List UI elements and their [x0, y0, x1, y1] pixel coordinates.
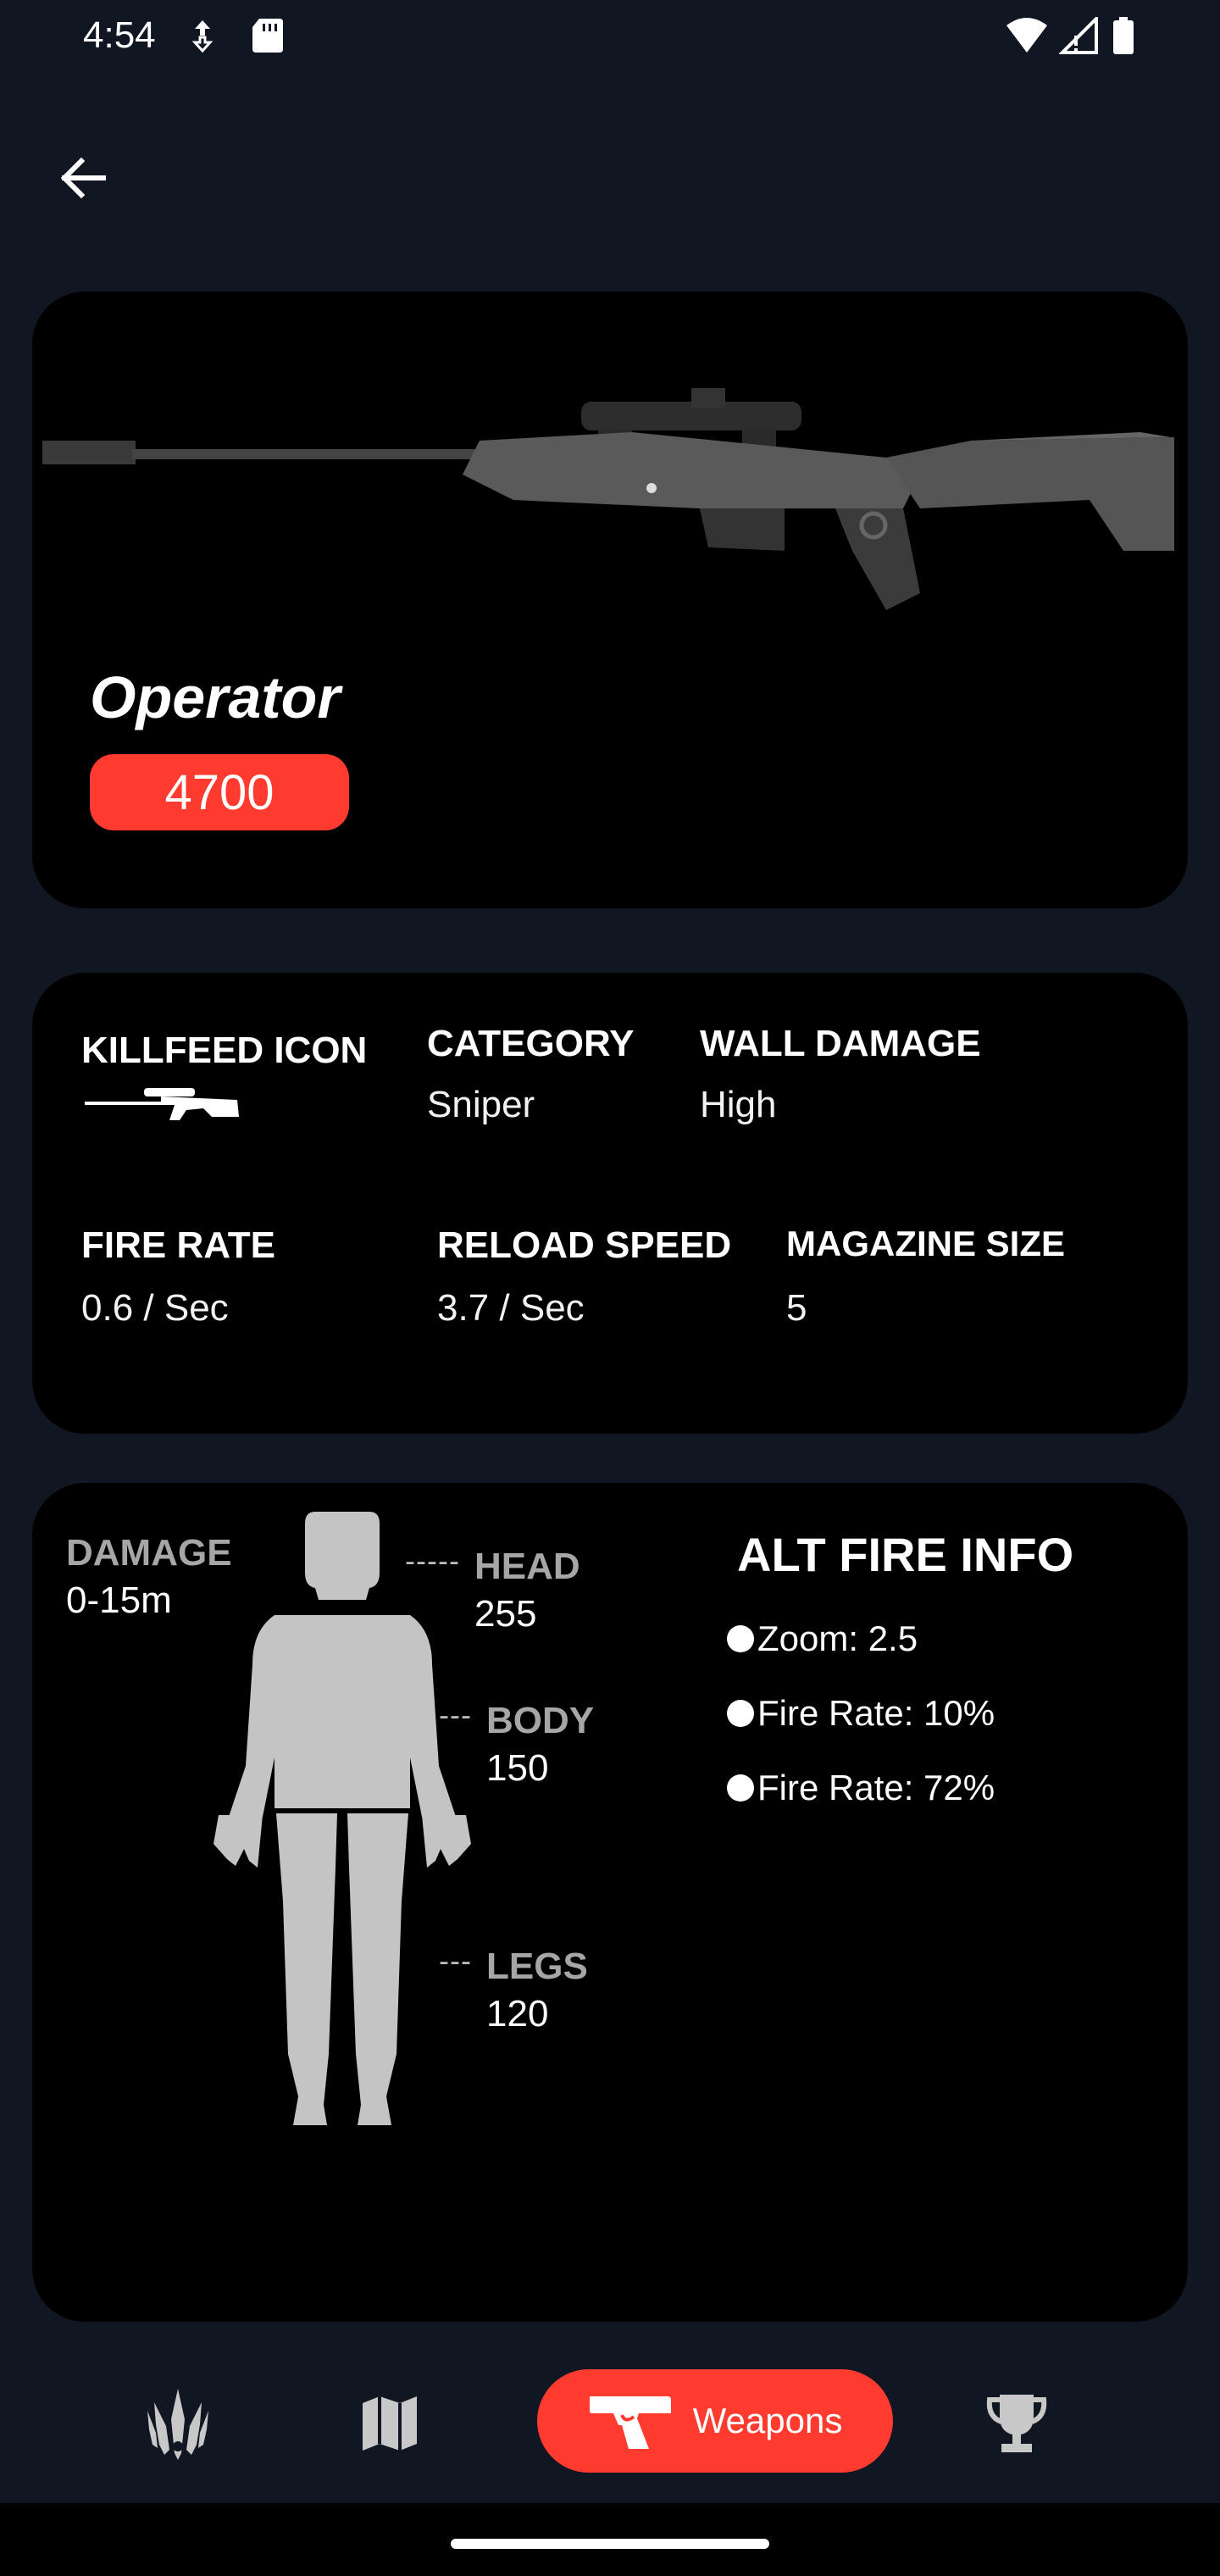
back-button[interactable] — [47, 142, 119, 214]
map-icon — [363, 2396, 417, 2451]
nav-agents[interactable] — [127, 2373, 229, 2474]
magazine-size-label: MAGAZINE SIZE — [786, 1224, 1066, 1263]
home-gesture-handle[interactable] — [451, 2539, 769, 2549]
wall-damage-label: WALL DAMAGE — [700, 1023, 981, 1064]
fire-rate-label: FIRE RATE — [81, 1224, 275, 1266]
damage-range: 0-15m — [66, 1579, 172, 1621]
head-dash: ----- — [405, 1543, 460, 1578]
status-bar: 4:54 — [0, 0, 1220, 71]
legs-value: 120 — [486, 1993, 549, 2035]
head-label: HEAD — [474, 1546, 580, 1587]
wifi-icon — [1006, 18, 1047, 53]
killfeed-sniper-icon — [85, 1088, 239, 1120]
damage-label: DAMAGE — [66, 1532, 232, 1574]
weapon-image — [42, 388, 1174, 610]
bullet-icon — [727, 1625, 754, 1652]
nav-weapons[interactable]: Weapons — [537, 2369, 893, 2473]
head-value: 255 — [474, 1593, 537, 1635]
arrow-left-icon — [60, 157, 106, 199]
killfeed-icon-label: KILLFEED ICON — [81, 1030, 368, 1071]
legs-label: LEGS — [486, 1946, 588, 1987]
weapon-name: Operator — [90, 664, 341, 730]
body-dash: --- — [439, 1697, 472, 1732]
sd-card-icon — [252, 19, 283, 53]
trophy-icon — [986, 2395, 1047, 2452]
nav-weapons-label: Weapons — [692, 2401, 843, 2440]
nav-leaderboard[interactable] — [966, 2373, 1068, 2474]
category-label: CATEGORY — [427, 1023, 635, 1064]
body-value: 150 — [486, 1747, 549, 1789]
alt-fire-item: Fire Rate: 72% — [727, 1764, 995, 1812]
reload-speed-value: 3.7 / Sec — [437, 1287, 585, 1329]
fire-rate-value: 0.6 / Sec — [81, 1287, 229, 1329]
price-badge: 4700 — [90, 754, 349, 830]
magazine-size-value: 5 — [786, 1287, 807, 1329]
reload-speed-label: RELOAD SPEED — [437, 1224, 732, 1266]
alt-fire-item: Zoom: 2.5 — [727, 1615, 918, 1663]
status-time: 4:54 — [83, 14, 156, 56]
bullet-icon — [727, 1700, 754, 1727]
wall-damage-value: High — [700, 1084, 777, 1125]
agents-icon — [147, 2389, 208, 2460]
alt-fire-title: ALT FIRE INFO — [737, 1528, 1074, 1581]
body-silhouette — [214, 1512, 471, 2125]
category-value: Sniper — [427, 1084, 535, 1125]
legs-dash: --- — [439, 1943, 472, 1978]
sim-data-icon — [191, 20, 214, 53]
battery-icon — [1113, 17, 1134, 54]
alt-fire-item: Fire Rate: 10% — [727, 1690, 995, 1737]
pistol-icon — [589, 2396, 671, 2449]
signal-icon — [1059, 17, 1098, 54]
nav-maps[interactable] — [339, 2373, 441, 2474]
bullet-icon — [727, 1774, 754, 1802]
damage-card — [32, 1483, 1188, 2322]
body-label: BODY — [486, 1700, 595, 1741]
